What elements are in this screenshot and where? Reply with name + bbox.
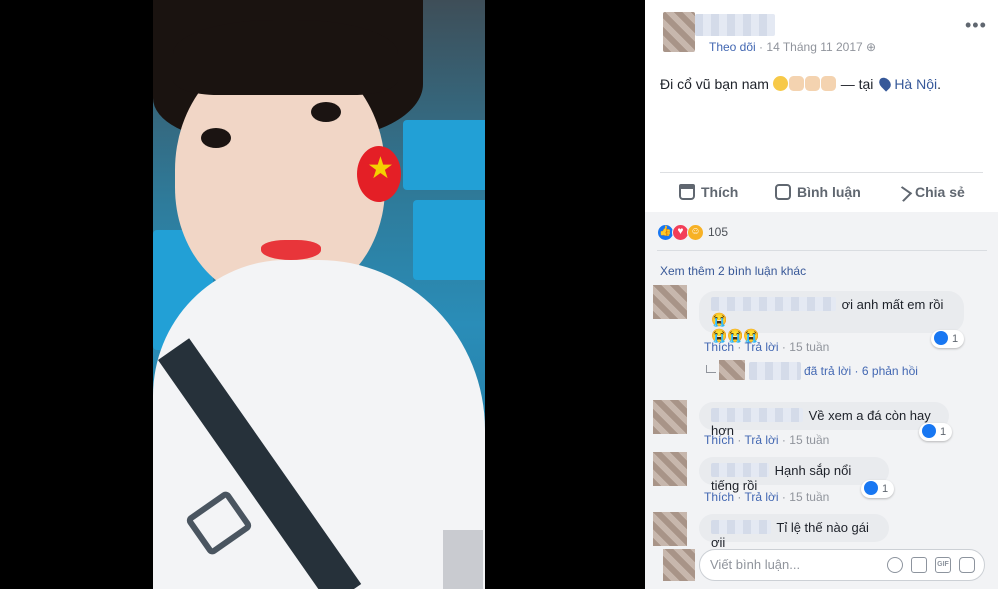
- comment-meta: Thích · Trả lời · 15 tuần: [704, 490, 829, 504]
- post-date[interactable]: 14 Tháng 11 2017: [766, 40, 862, 54]
- like-reaction-icon: [934, 331, 948, 345]
- location-pin-icon: [877, 75, 894, 92]
- commenter-name-blurred[interactable]: [711, 297, 836, 311]
- comment-input-placeholder: Viết bình luận...: [710, 557, 801, 572]
- like-reaction-icon: [864, 481, 878, 495]
- commenter-avatar[interactable]: [653, 452, 687, 486]
- stadium-seat: [403, 120, 485, 190]
- flag-star-icon: ★: [367, 152, 394, 185]
- viewer: ★ Theo dõi · 14 Tháng 11 2017 ⊕ ••• Đi c…: [0, 0, 998, 589]
- like-count: 1: [952, 333, 959, 345]
- post-text-main: Đi cổ vũ bạn nam: [660, 76, 773, 92]
- comment-label: Bình luận: [797, 184, 861, 200]
- post-actions: Thích Bình luận Chia sẻ: [645, 176, 998, 210]
- view-replies-link[interactable]: đã trả lời · 6 phản hồi: [804, 364, 918, 378]
- comment-bubble: Tỉ lệ thế nào gái ơii: [699, 514, 889, 550]
- globe-icon: ⊕: [866, 40, 877, 54]
- post-text-end: .: [937, 76, 941, 92]
- thumbs-up-icon: [679, 184, 695, 200]
- post-meta: Theo dõi · 14 Tháng 11 2017 ⊕: [709, 40, 876, 54]
- clap-emoji-icon: [788, 76, 804, 91]
- post-panel: Theo dõi · 14 Tháng 11 2017 ⊕ ••• Đi cổ …: [645, 0, 998, 589]
- share-icon: [893, 186, 913, 202]
- post-photo[interactable]: ★: [153, 0, 485, 589]
- view-more-comments-link[interactable]: Xem thêm 2 bình luận khác: [660, 264, 806, 278]
- comment-like-count[interactable]: 1: [919, 423, 953, 441]
- my-avatar: [663, 549, 695, 581]
- share-button[interactable]: Chia sẻ: [893, 184, 965, 202]
- commenter-avatar[interactable]: [653, 512, 687, 546]
- commenter-avatar[interactable]: [653, 285, 687, 319]
- gif-label: GIF: [937, 561, 949, 568]
- pixelated-region: [443, 530, 483, 589]
- commenter-name-blurred[interactable]: [711, 520, 771, 534]
- eye: [201, 128, 231, 148]
- divider: [657, 250, 987, 251]
- comment-like-link[interactable]: Thích: [704, 433, 734, 447]
- more-options-icon[interactable]: •••: [965, 15, 987, 36]
- follow-link[interactable]: Theo dõi: [709, 40, 756, 54]
- comment-bubble: Về xem a đá còn hay hơn: [699, 402, 949, 438]
- commenter-name-blurred[interactable]: [711, 463, 769, 477]
- comment-reply-link[interactable]: Trả lời: [744, 490, 778, 504]
- clap-emoji-icon: [820, 76, 836, 91]
- like-count: 1: [940, 426, 947, 438]
- meta-dot: ·: [781, 433, 786, 447]
- emoji-icon[interactable]: [887, 557, 903, 573]
- comment-bubble: ơi anh mất em rồi 😭 😭😭😭: [699, 291, 964, 343]
- reply-arrow-icon: [706, 365, 716, 373]
- like-label: Thích: [701, 184, 739, 200]
- meta-dot: ·: [781, 490, 786, 504]
- comment-meta: Thích · Trả lời · 15 tuần: [704, 340, 829, 354]
- sticker-icon[interactable]: [959, 557, 975, 573]
- commenter-avatar[interactable]: [653, 400, 687, 434]
- location-link[interactable]: Hà Nội: [894, 76, 937, 92]
- clap-emoji-icon: [804, 76, 820, 91]
- author-name-blurred[interactable]: [695, 14, 775, 36]
- like-button[interactable]: Thích: [679, 184, 738, 200]
- eye: [311, 102, 341, 122]
- commenter-name-blurred[interactable]: [711, 408, 803, 422]
- replier-name-blurred[interactable]: [749, 362, 801, 380]
- gif-icon[interactable]: GIF: [935, 557, 951, 573]
- comment-bubble: Hạnh sắp nổi tiếng rồi: [699, 457, 889, 493]
- camera-icon[interactable]: [911, 557, 927, 573]
- meta-dot: ·: [737, 490, 742, 504]
- stadium-seat: [413, 200, 485, 280]
- laughing-emoji-icon: [772, 76, 788, 91]
- comment-reply-link[interactable]: Trả lời: [744, 340, 778, 354]
- author-avatar[interactable]: [663, 12, 695, 52]
- haha-reaction-icon: ☺: [687, 224, 704, 241]
- comment-time[interactable]: 15 tuần: [789, 490, 829, 504]
- bangs: [173, 20, 398, 95]
- post-text: Đi cổ vũ bạn nam — tại Hà Nội.: [660, 75, 941, 92]
- comment-like-count[interactable]: 1: [931, 330, 965, 348]
- comment-meta: Thích · Trả lời · 15 tuần: [704, 433, 829, 447]
- share-label: Chia sẻ: [915, 184, 965, 200]
- meta-dot: ·: [781, 340, 786, 354]
- comment-like-link[interactable]: Thích: [704, 490, 734, 504]
- like-count: 1: [882, 483, 889, 495]
- meta-dot: ·: [737, 433, 742, 447]
- meta-dot: ·: [737, 340, 742, 354]
- comment-time[interactable]: 15 tuần: [789, 433, 829, 447]
- comment-like-link[interactable]: Thích: [704, 340, 734, 354]
- post-text-at: — tại: [836, 76, 878, 92]
- lips: [261, 240, 321, 260]
- like-reaction-icon: [922, 424, 936, 438]
- comment-reply-link[interactable]: Trả lời: [744, 433, 778, 447]
- divider: [660, 172, 983, 173]
- reaction-count: 105: [708, 225, 729, 239]
- comment-like-count[interactable]: 1: [861, 480, 895, 498]
- comments-section: 👍 ♥ ☺ 105 Xem thêm 2 bình luận khác ơi a…: [645, 212, 998, 589]
- replier-avatar: [719, 360, 745, 380]
- comment-composer: Viết bình luận... GIF: [663, 549, 985, 581]
- comment-button[interactable]: Bình luận: [775, 184, 861, 200]
- comment-icon: [775, 184, 791, 200]
- comment-time[interactable]: 15 tuần: [789, 340, 829, 354]
